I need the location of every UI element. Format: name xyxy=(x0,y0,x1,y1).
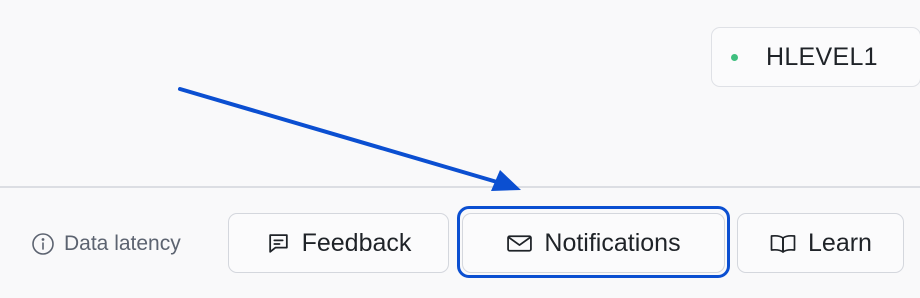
open-book-icon xyxy=(769,231,797,256)
notifications-label: Notifications xyxy=(544,228,681,257)
app-frame: HLEVEL1 Data latency Feedback Notificati… xyxy=(0,0,920,298)
message-square-icon xyxy=(266,231,291,256)
learn-label: Learn xyxy=(808,228,872,257)
data-latency-label: Data latency xyxy=(64,232,181,255)
data-latency[interactable]: Data latency xyxy=(31,228,181,260)
footer-divider xyxy=(0,186,920,188)
feedback-label: Feedback xyxy=(301,228,412,257)
mail-icon xyxy=(506,231,533,256)
status-dot xyxy=(731,53,738,61)
org-name: HLEVEL1 xyxy=(766,42,878,71)
feedback-button[interactable]: Feedback xyxy=(228,213,449,273)
info-circle-icon xyxy=(31,232,55,256)
learn-button[interactable]: Learn xyxy=(737,213,904,273)
notifications-button[interactable]: Notifications xyxy=(462,213,725,273)
org-switcher[interactable]: HLEVEL1 xyxy=(711,27,920,87)
